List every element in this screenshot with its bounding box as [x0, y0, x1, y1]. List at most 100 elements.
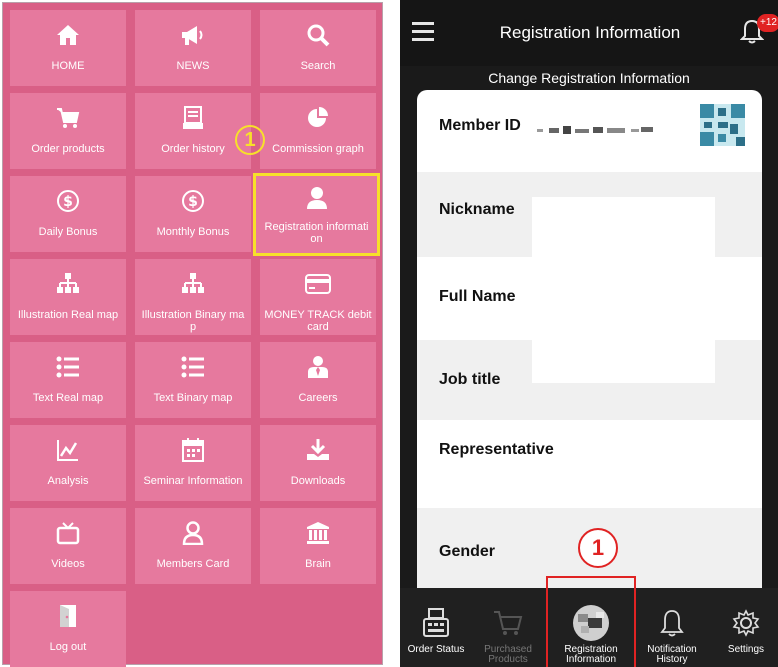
downloads-tile[interactable]: Downloads [260, 425, 376, 501]
monthly-bonus-tile[interactable]: $ Monthly Bonus [135, 176, 251, 252]
nav-label: Purchased Products [484, 644, 532, 665]
nav-notification-history[interactable]: Notification History [636, 588, 708, 667]
step-callout-badge: 1 [578, 528, 618, 568]
nav-label: Notification History [647, 644, 697, 665]
tile-label: Members Card [156, 558, 230, 570]
nickname-row: Nickname [417, 172, 762, 257]
daily-bonus-tile[interactable]: $ Daily Bonus [10, 176, 126, 252]
member-id-row: Member ID [417, 90, 762, 172]
masked-job-title [532, 340, 715, 383]
search-tile[interactable]: Search [260, 10, 376, 86]
notification-count-badge: +12 [757, 14, 778, 32]
app-header: Registration Information +12 [400, 0, 778, 66]
tv-icon [10, 520, 126, 546]
pie-chart-icon [260, 105, 376, 131]
tile-label: Order products [31, 143, 105, 155]
tile-label: HOME [51, 60, 85, 72]
tile-label: Illustration Real map [17, 309, 119, 321]
tile-label: Order history [161, 143, 225, 155]
search-icon [260, 22, 376, 48]
tile-label: Registration informati on [264, 221, 369, 245]
phone-screen: Registration Information +12 Change Regi… [400, 0, 778, 667]
commission-graph-tile[interactable]: Commission graph [260, 93, 376, 169]
log-out-tile[interactable]: Log out [10, 591, 126, 667]
nav-label: Order Status [407, 644, 465, 655]
tile-label: Illustration Binary ma p [141, 309, 245, 333]
field-label: Full Name [439, 288, 516, 305]
dollar-coin-icon: $ [135, 188, 251, 214]
businessman-icon [260, 354, 376, 380]
field-label: Representative [439, 441, 554, 458]
logout-icon [10, 603, 126, 629]
tile-label: Videos [51, 558, 85, 570]
registration-information-tile[interactable]: Registration informati on [253, 173, 380, 256]
cash-register-icon [400, 606, 472, 640]
tile-label: Search [300, 60, 336, 72]
news-tile[interactable]: NEWS [135, 10, 251, 86]
full-name-row: Full Name [417, 257, 762, 340]
org-chart-icon [10, 271, 126, 297]
order-history-tile[interactable]: Order history [135, 93, 251, 169]
gear-icon [714, 606, 778, 640]
bell-icon [636, 606, 708, 640]
field-label: Gender [439, 543, 496, 560]
bank-icon [260, 520, 376, 546]
tile-label: Text Binary map [153, 392, 233, 404]
list-icon [135, 354, 251, 380]
money-track-debit-card-tile[interactable]: MONEY TRACK debit card [260, 259, 376, 335]
job-title-row: Job title [417, 340, 762, 420]
org-chart-icon [135, 271, 251, 297]
download-icon [260, 437, 376, 463]
nav-purchased-products[interactable]: Purchased Products [472, 588, 544, 667]
cart-icon [10, 105, 126, 131]
nav-settings[interactable]: Settings [714, 588, 778, 667]
calendar-icon [135, 437, 251, 463]
tile-label: Commission graph [272, 143, 364, 155]
analysis-tile[interactable]: Analysis [10, 425, 126, 501]
tile-label: Careers [298, 392, 338, 404]
cart-icon [472, 606, 544, 640]
members-card-tile[interactable]: Members Card [135, 508, 251, 584]
megaphone-icon [135, 22, 251, 48]
text-binary-map-tile[interactable]: Text Binary map [135, 342, 251, 418]
svg-text:$: $ [188, 194, 198, 210]
careers-tile[interactable]: Careers [260, 342, 376, 418]
tile-label: MONEY TRACK debit card [264, 309, 372, 333]
text-real-map-tile[interactable]: Text Real map [10, 342, 126, 418]
receipt-icon [135, 105, 251, 131]
dollar-coin-icon: $ [10, 188, 126, 214]
field-label: Job title [439, 371, 501, 388]
qr-code-icon [700, 104, 745, 146]
home-tile[interactable]: HOME [10, 10, 126, 86]
brain-tile[interactable]: Brain [260, 508, 376, 584]
tile-label: Downloads [290, 475, 346, 487]
order-products-tile[interactable]: Order products [10, 93, 126, 169]
tile-label: Seminar Information [143, 475, 243, 487]
masked-member-id [537, 126, 653, 134]
home-icon [10, 22, 126, 48]
nav-label: Settings [727, 644, 765, 655]
tile-label: NEWS [176, 60, 210, 72]
highlight-box [546, 576, 636, 667]
hamburger-menu-icon[interactable] [412, 22, 434, 41]
member-icon [135, 520, 251, 546]
field-label: Member ID [439, 117, 521, 134]
tile-label: Analysis [47, 475, 89, 487]
registration-form-card: Member ID Nickname Full Name Job title R… [417, 90, 762, 600]
tile-label: Monthly Bonus [156, 226, 230, 238]
svg-text:$: $ [63, 194, 73, 210]
tile-label: Brain [305, 558, 331, 570]
line-chart-icon [10, 437, 126, 463]
illustration-real-map-tile[interactable]: Illustration Real map [10, 259, 126, 335]
credit-card-icon [260, 271, 376, 297]
illustration-binary-map-tile[interactable]: Illustration Binary ma p [135, 259, 251, 335]
tile-label: Daily Bonus [38, 226, 98, 238]
videos-tile[interactable]: Videos [10, 508, 126, 584]
tile-label: Text Real map [32, 392, 104, 404]
field-label: Nickname [439, 201, 515, 218]
tile-label: Log out [49, 641, 87, 653]
representative-row: Representative [417, 420, 762, 508]
nav-order-status[interactable]: Order Status [400, 588, 472, 667]
seminar-information-tile[interactable]: Seminar Information [135, 425, 251, 501]
masked-nickname [532, 197, 715, 257]
